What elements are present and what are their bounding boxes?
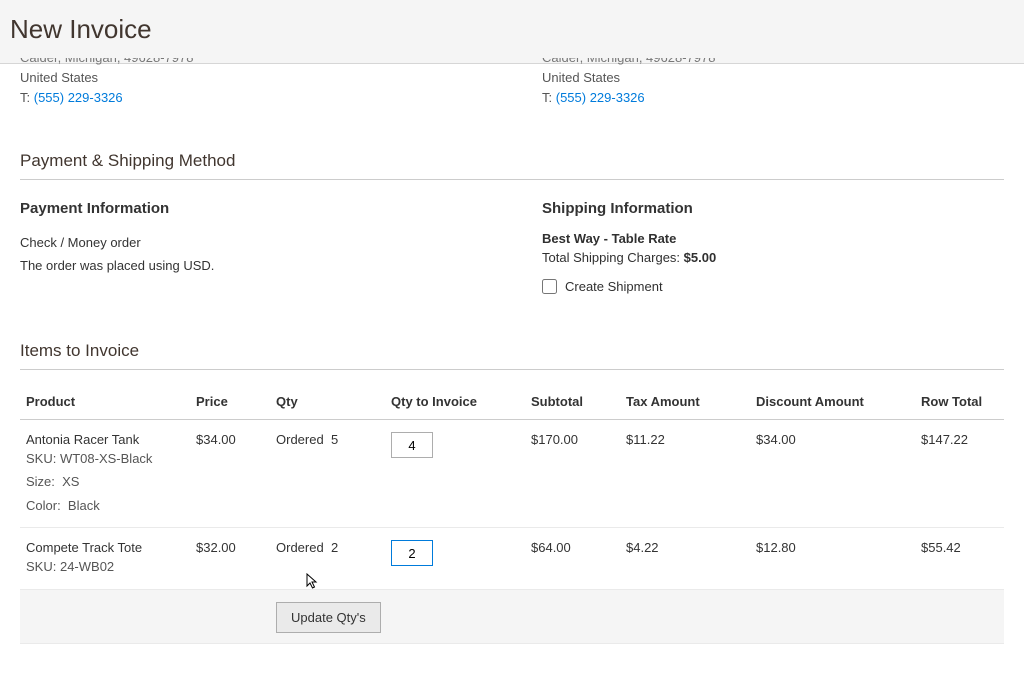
payment-method: Check / Money order (20, 231, 482, 254)
shipping-info-title: Shipping Information (542, 200, 1004, 217)
content-area: Calder, Michigan, 49628-7978 United Stat… (0, 64, 1024, 684)
billing-address-block: Calder, Michigan, 49628-7978 United Stat… (20, 64, 482, 107)
color-value: Black (68, 498, 100, 513)
product-sku-line: SKU: 24-WB02 (26, 555, 184, 578)
cell-row-total: $55.42 (915, 528, 1004, 589)
address-phone-line: T: (555) 229-3326 (20, 88, 482, 108)
address-phone-line: T: (555) 229-3326 (542, 88, 1004, 108)
address-city-line: Calder, Michigan, 49628-7978 (542, 58, 1004, 68)
col-discount: Discount Amount (750, 384, 915, 420)
cell-qty: Ordered 2 (270, 528, 385, 589)
cell-subtotal: $64.00 (525, 528, 620, 589)
payship-section-title: Payment & Shipping Method (20, 151, 1004, 180)
size-label: Size: (26, 474, 59, 489)
cell-product: Antonia Racer Tank SKU: WT08-XS-Black Si… (20, 420, 190, 528)
cell-discount: $12.80 (750, 528, 915, 589)
product-name: Antonia Racer Tank (26, 432, 184, 447)
phone-prefix: T: (20, 90, 34, 105)
qty-to-invoice-input[interactable] (391, 432, 433, 458)
product-size-line: Size: XS (26, 470, 184, 493)
col-qty: Qty (270, 384, 385, 420)
create-shipment-label: Create Shipment (565, 279, 663, 294)
color-label: Color: (26, 498, 64, 513)
shipping-charges: Total Shipping Charges: $5.00 (542, 250, 1004, 265)
phone-link[interactable]: (555) 229-3326 (556, 90, 645, 105)
sku-label: SKU: (26, 451, 60, 466)
address-city-line: Calder, Michigan, 49628-7978 (20, 58, 482, 68)
phone-link[interactable]: (555) 229-3326 (34, 90, 123, 105)
items-header-row: Product Price Qty Qty to Invoice Subtota… (20, 384, 1004, 420)
shipping-address-block: Calder, Michigan, 49628-7978 United Stat… (542, 64, 1004, 107)
col-price: Price (190, 384, 270, 420)
page-header: New Invoice (0, 0, 1024, 64)
cell-qty: Ordered 5 (270, 420, 385, 528)
sku-value: 24-WB02 (60, 559, 114, 574)
product-color-line: Color: Black (26, 494, 184, 517)
create-shipment-row[interactable]: Create Shipment (542, 279, 663, 294)
shipping-method: Best Way - Table Rate (542, 231, 1004, 246)
table-row: Antonia Racer Tank SKU: WT08-XS-Black Si… (20, 420, 1004, 528)
items-table: Product Price Qty Qty to Invoice Subtota… (20, 384, 1004, 644)
cell-price: $32.00 (190, 528, 270, 589)
page-title: New Invoice (10, 14, 1014, 45)
size-value: XS (62, 474, 79, 489)
cell-price: $34.00 (190, 420, 270, 528)
cell-tax: $4.22 (620, 528, 750, 589)
payship-columns: Payment Information Check / Money order … (20, 194, 1004, 297)
col-subtotal: Subtotal (525, 384, 620, 420)
payment-info-title: Payment Information (20, 200, 482, 217)
table-row: Compete Track Tote SKU: 24-WB02 $32.00 O… (20, 528, 1004, 589)
cell-subtotal: $170.00 (525, 420, 620, 528)
cell-qty-to-invoice (385, 528, 525, 589)
qty-label: Ordered (276, 432, 327, 447)
shipping-method-text: Best Way - Table Rate (542, 231, 676, 246)
qty-label: Ordered (276, 540, 327, 555)
qty-to-invoice-input[interactable] (391, 540, 433, 566)
qty-ordered: 2 (331, 540, 338, 555)
cell-row-total: $147.22 (915, 420, 1004, 528)
shipping-column: Shipping Information Best Way - Table Ra… (542, 194, 1004, 297)
cell-product: Compete Track Tote SKU: 24-WB02 (20, 528, 190, 589)
qty-ordered: 5 (331, 432, 338, 447)
col-row-total: Row Total (915, 384, 1004, 420)
col-qty-to-invoice: Qty to Invoice (385, 384, 525, 420)
product-sku-line: SKU: WT08-XS-Black (26, 447, 184, 470)
sku-label: SKU: (26, 559, 60, 574)
product-name: Compete Track Tote (26, 540, 184, 555)
create-shipment-checkbox[interactable] (542, 279, 557, 294)
items-section-title: Items to Invoice (20, 341, 1004, 370)
payment-currency-note: The order was placed using USD. (20, 254, 482, 277)
col-product: Product (20, 384, 190, 420)
update-qtys-button[interactable]: Update Qty's (276, 602, 381, 633)
cell-qty-to-invoice (385, 420, 525, 528)
phone-prefix: T: (542, 90, 556, 105)
address-country: United States (20, 68, 482, 88)
cell-tax: $11.22 (620, 420, 750, 528)
address-row: Calder, Michigan, 49628-7978 United Stat… (20, 64, 1004, 107)
col-tax: Tax Amount (620, 384, 750, 420)
payment-column: Payment Information Check / Money order … (20, 194, 482, 297)
sku-value: WT08-XS-Black (60, 451, 152, 466)
address-country: United States (542, 68, 1004, 88)
update-qty-row: Update Qty's (20, 589, 1004, 643)
shipping-charges-value: $5.00 (684, 250, 717, 265)
shipping-charges-label: Total Shipping Charges: (542, 250, 684, 265)
cell-discount: $34.00 (750, 420, 915, 528)
